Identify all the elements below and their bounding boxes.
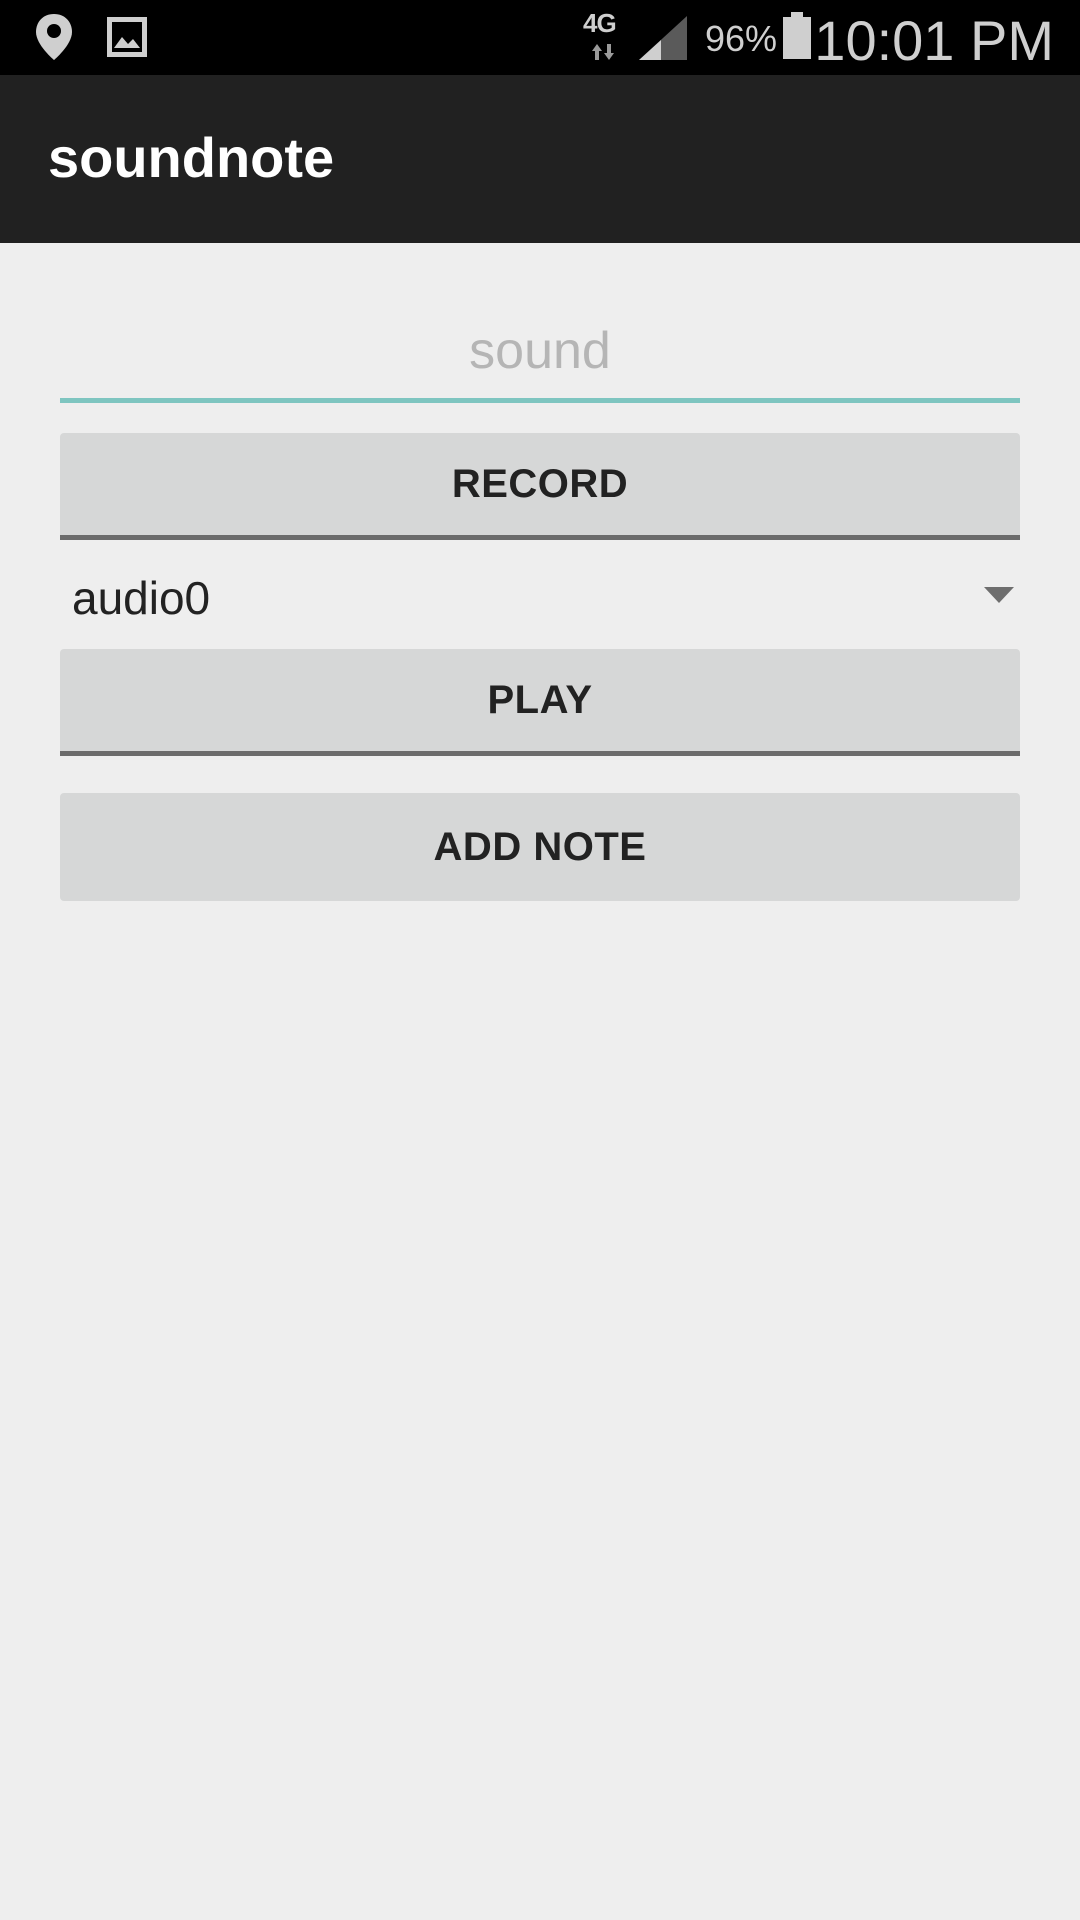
record-button[interactable]: RECORD	[60, 433, 1020, 540]
clock: 10:01 PM	[814, 9, 1054, 72]
spinner-selected-value: audio0	[72, 572, 211, 624]
record-button-label: RECORD	[451, 461, 629, 506]
sound-name-input[interactable]	[60, 303, 1020, 403]
add-note-button-label: ADD NOTE	[433, 824, 647, 869]
play-button[interactable]: PLAY	[60, 649, 1020, 756]
battery-percent: 96%	[705, 18, 778, 59]
play-button-label: PLAY	[487, 677, 593, 722]
action-bar: soundnote	[0, 75, 1080, 243]
network-arrows-icon	[590, 42, 616, 67]
location-icon	[34, 12, 74, 67]
status-bar: 4G 96% 10:01 PM	[0, 0, 1080, 75]
battery-icon	[781, 12, 813, 65]
signal-icon	[637, 14, 689, 67]
dropdown-arrow-icon	[982, 585, 1016, 610]
gallery-icon	[105, 15, 149, 64]
app-title: soundnote	[48, 126, 335, 189]
network-type-label: 4G	[583, 8, 617, 38]
add-note-button[interactable]: ADD NOTE	[60, 793, 1020, 901]
audio-spinner[interactable]: audio0	[60, 563, 1020, 635]
